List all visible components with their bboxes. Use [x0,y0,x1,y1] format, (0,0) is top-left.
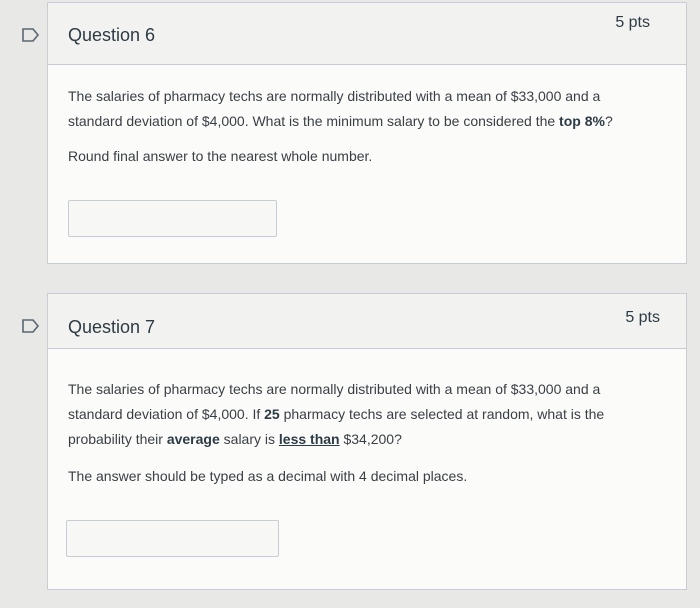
question-7-sample-size: 25 [264,406,280,422]
question-6-note: Round final answer to the nearest whole … [68,148,373,164]
question-6-line-2c: ? [604,113,613,129]
question-7-line-3e: $34,200? [339,431,402,447]
question-7-line-2: standard deviation of $4,000. If 25 phar… [68,402,683,427]
question-6-points: 5 pts [615,14,650,31]
question-7-average-emphasis: average [166,431,220,447]
question-7-title: Question 7 [68,317,156,337]
flag-question-icon[interactable] [22,28,40,42]
question-7-header: Question 7 5 pts [48,294,686,349]
question-7-note: The answer should be typed as a decimal … [68,468,468,484]
question-6-emphasis: top 8% [559,113,605,129]
question-7-line-3a: probability their [68,431,167,447]
question-7-line-2a: standard deviation of $4,000. If [68,406,265,422]
question-6-line-1: The salaries of pharmacy techs are norma… [68,88,601,104]
question-7-line-3: probability their average salary is less… [68,427,683,452]
question-6-header: Question 6 5 pts [48,3,686,65]
question-7-points: 5 pts [625,309,660,326]
question-6-card: Question 6 5 pts The salaries of pharmac… [47,2,687,264]
question-7-less-than-emphasis: less than [278,431,340,447]
question-6-title: Question 6 [68,25,156,45]
question-6-text: The salaries of pharmacy techs are norma… [68,84,678,134]
question-7-line-3c: salary is [219,431,279,447]
question-7-text: The salaries of pharmacy techs are norma… [68,377,683,452]
question-6-answer-input[interactable] [68,200,277,237]
question-7-line-1: The salaries of pharmacy techs are norma… [68,381,601,397]
question-6-line-2: standard deviation of $4,000. What is th… [68,109,678,134]
question-7-answer-input[interactable] [66,520,279,557]
question-7-card: Question 7 5 pts The salaries of pharmac… [47,293,687,590]
flag-question-icon[interactable] [22,319,40,333]
question-7-line-2c: pharmacy techs are selected at random, w… [279,406,605,422]
question-6-line-2a: standard deviation of $4,000. What is th… [68,113,560,129]
